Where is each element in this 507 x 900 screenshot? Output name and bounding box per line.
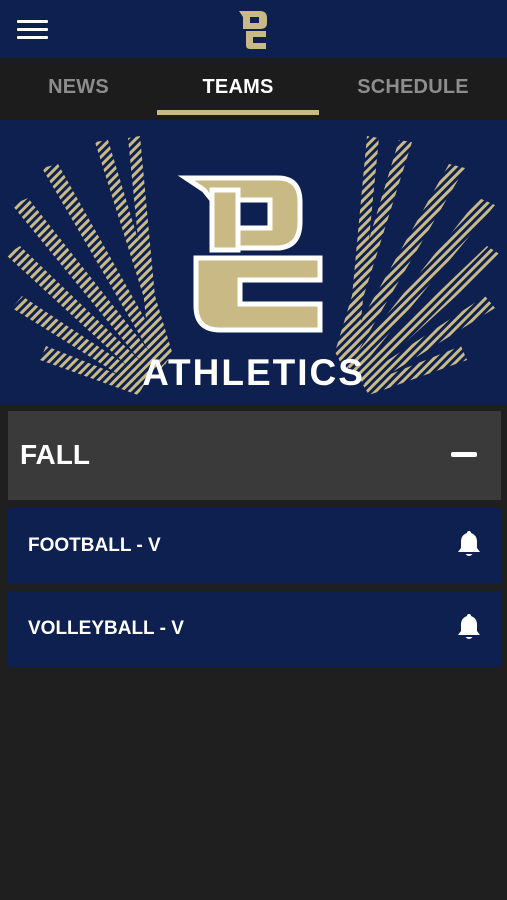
team-row[interactable]: VOLLEYBALL - V	[8, 591, 501, 667]
tab-bar: NEWS TEAMS SCHEDULE	[0, 58, 507, 120]
athletics-banner: ATHLETICS	[0, 120, 507, 405]
tab-schedule[interactable]: SCHEDULE	[319, 58, 507, 120]
bell-icon[interactable]	[456, 613, 482, 641]
section-header-fall[interactable]: FALL	[8, 411, 501, 500]
team-row[interactable]: FOOTBALL - V	[8, 508, 501, 584]
tab-teams[interactable]: TEAMS	[157, 58, 319, 120]
top-app-bar	[0, 0, 507, 58]
tab-news[interactable]: NEWS	[0, 58, 157, 120]
team-name: VOLLEYBALL - V	[28, 618, 184, 639]
team-name: FOOTBALL - V	[28, 535, 161, 556]
dc-shield-logo	[177, 175, 323, 333]
section-title: FALL	[20, 439, 90, 470]
bell-icon[interactable]	[456, 530, 482, 558]
banner-title: ATHLETICS	[142, 352, 365, 393]
dc-logo	[236, 9, 272, 51]
hamburger-menu-icon[interactable]	[17, 18, 49, 40]
minus-icon[interactable]	[451, 452, 477, 457]
